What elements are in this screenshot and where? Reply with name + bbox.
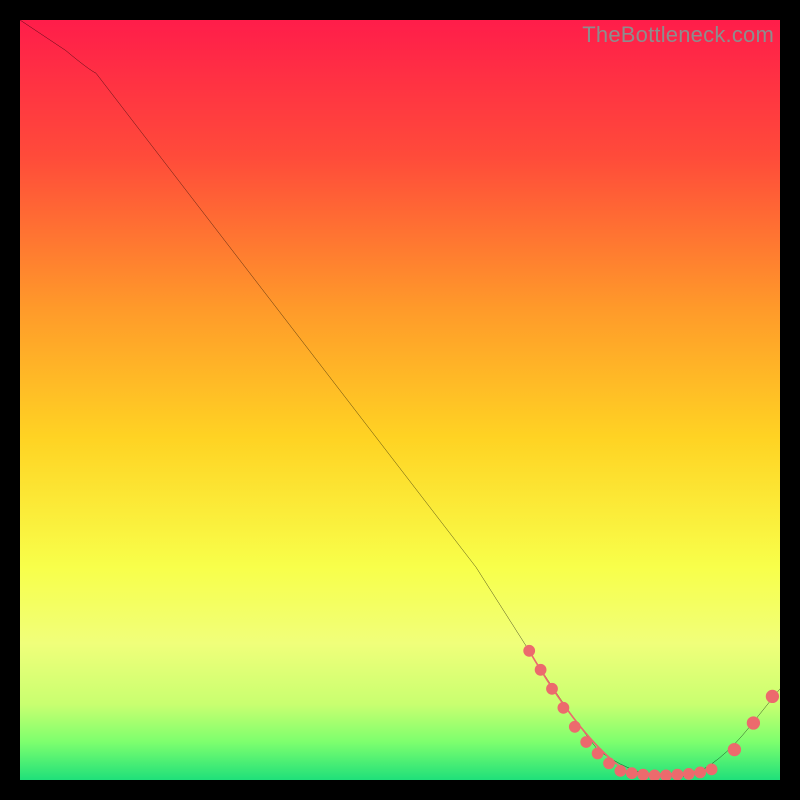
rise-markers [728, 690, 778, 755]
plot-area: TheBottleneck.com [20, 20, 780, 780]
bottleneck-curve [20, 20, 780, 776]
trough-markers [524, 645, 717, 780]
watermark-text: TheBottleneck.com [582, 22, 774, 48]
chart-frame: TheBottleneck.com [20, 20, 780, 780]
curve-layer [20, 20, 780, 780]
